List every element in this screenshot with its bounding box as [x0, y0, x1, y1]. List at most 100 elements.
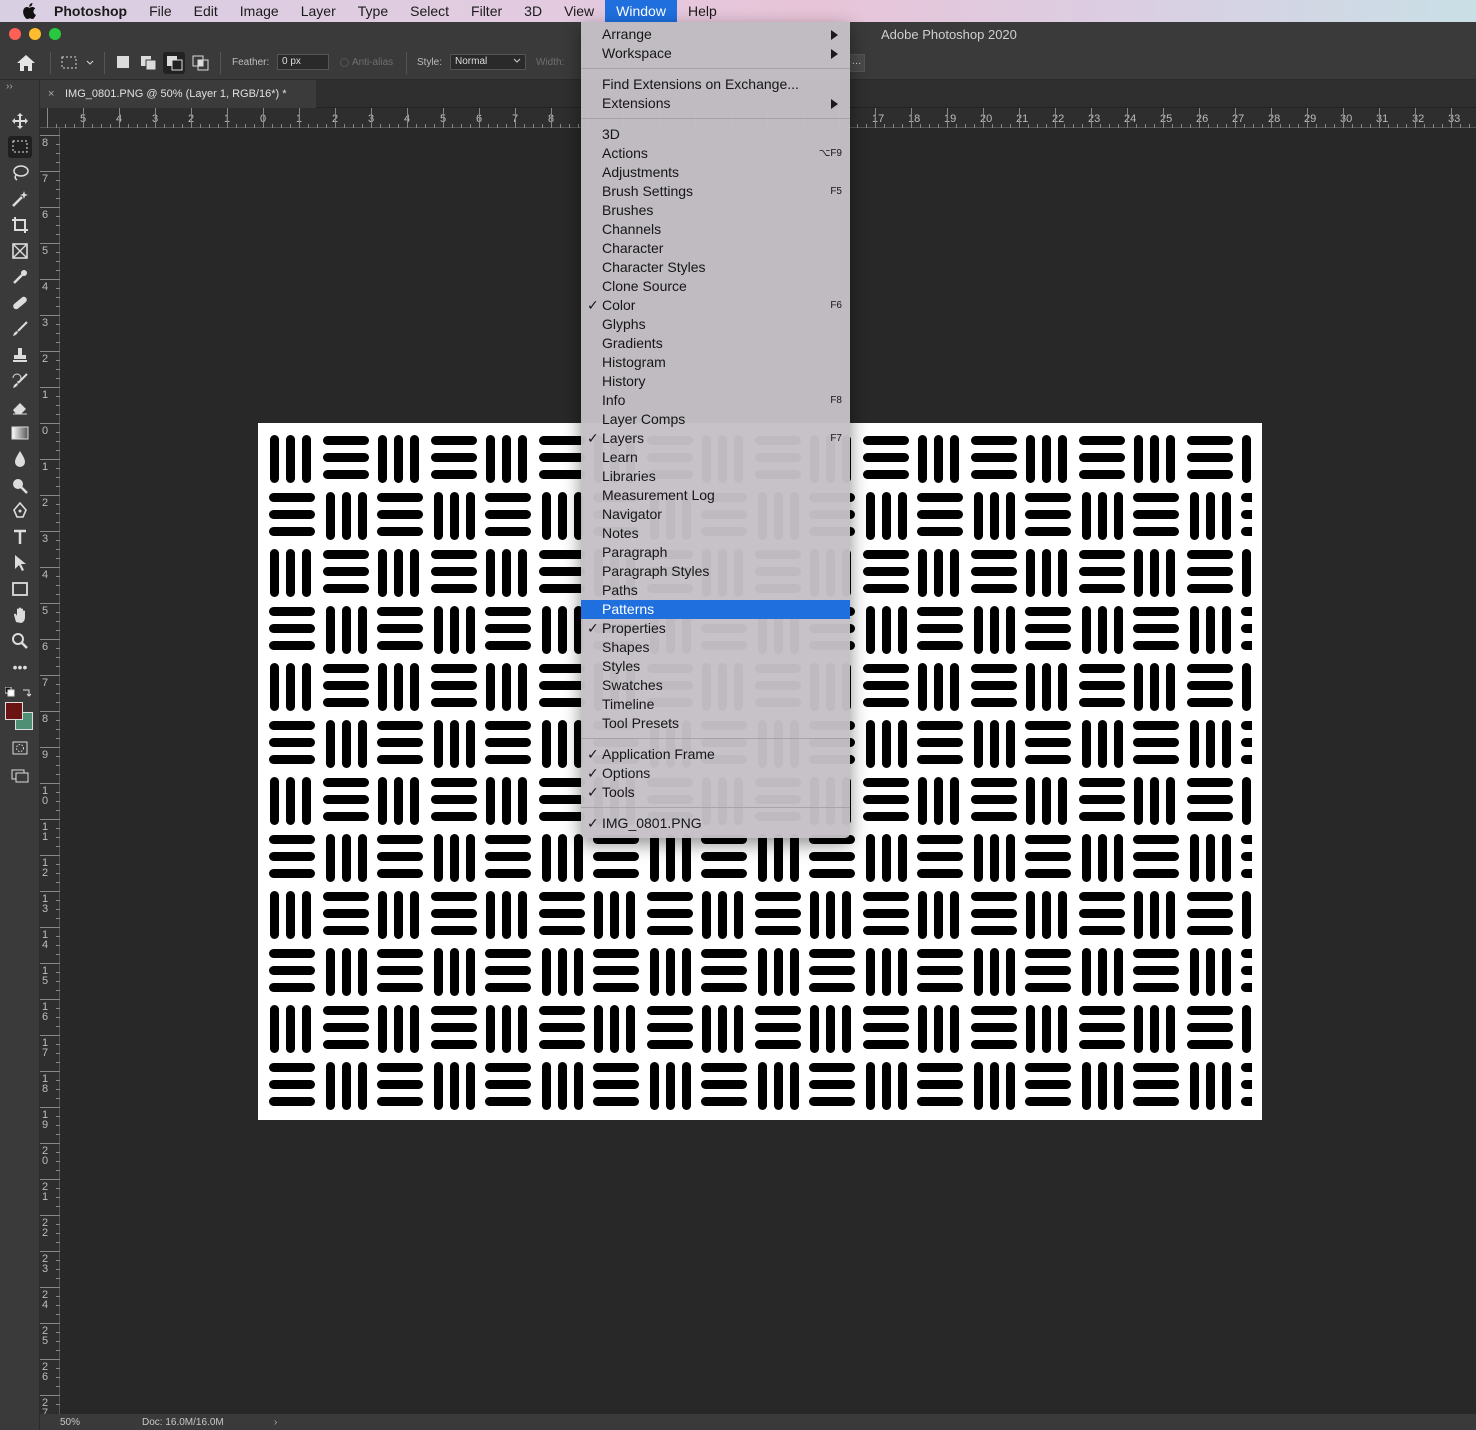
blur-tool-icon[interactable] [8, 448, 32, 470]
window-menu-item-history[interactable]: History [581, 372, 850, 391]
window-menu-item-navigator[interactable]: Navigator [581, 505, 850, 524]
gradient-tool-icon[interactable] [8, 422, 32, 444]
path-selection-tool-icon[interactable] [8, 552, 32, 574]
intersect-selection-icon[interactable] [192, 55, 210, 74]
window-menu-item-shapes[interactable]: Shapes [581, 638, 850, 657]
window-menu-item-3d[interactable]: 3D [581, 125, 850, 144]
lasso-tool-icon[interactable] [8, 162, 32, 184]
menu-3d[interactable]: 3D [513, 0, 553, 22]
eyedropper-tool-icon[interactable] [8, 266, 32, 288]
pen-tool-icon[interactable] [8, 500, 32, 522]
rectangle-tool-icon[interactable] [8, 578, 32, 600]
menu-select[interactable]: Select [399, 0, 460, 22]
window-menu-item-paragraph-styles[interactable]: Paragraph Styles [581, 562, 850, 581]
window-menu-item-libraries[interactable]: Libraries [581, 467, 850, 486]
screen-mode-icon[interactable] [8, 764, 32, 786]
window-menu-item-workspace[interactable]: Workspace [581, 44, 850, 63]
menu-help[interactable]: Help [677, 0, 728, 22]
window-menu-item-character[interactable]: Character [581, 239, 850, 258]
document-tab[interactable]: × IMG_0801.PNG @ 50% (Layer 1, RGB/16*) … [40, 80, 316, 108]
window-menu-item-character-styles[interactable]: Character Styles [581, 258, 850, 277]
menu-layer[interactable]: Layer [290, 0, 347, 22]
crop-tool-icon[interactable] [8, 214, 32, 236]
window-menu-item-application-frame[interactable]: ✓ Application Frame [581, 745, 850, 764]
new-selection-icon[interactable] [116, 55, 130, 72]
zoom-tool-icon[interactable] [8, 630, 32, 652]
vertical-ruler[interactable]: 8 7 6 5 4 3 2 1 0 1 2 3 4 5 6 7 8 9 10 11 12 13 14 15 16 17 18 19 20… [40, 128, 60, 1419]
window-menu-item-tool-presets[interactable]: Tool Presets [581, 714, 850, 733]
feather-input[interactable]: 0 px [277, 54, 329, 70]
window-menu-item-glyphs[interactable]: Glyphs [581, 315, 850, 334]
chevron-right-icon[interactable]: › [274, 1417, 277, 1428]
type-tool-icon[interactable] [8, 526, 32, 548]
menu-filter[interactable]: Filter [460, 0, 513, 22]
window-menu-item-tools[interactable]: ✓ Tools [581, 783, 850, 802]
window-menu-item-patterns[interactable]: Patterns [581, 600, 850, 619]
window-menu-item-clone-source[interactable]: Clone Source [581, 277, 850, 296]
menu-edit[interactable]: Edit [183, 0, 229, 22]
menu-view[interactable]: View [553, 0, 605, 22]
style-select[interactable]: Normal [450, 54, 526, 70]
window-menu-item-histogram[interactable]: Histogram [581, 353, 850, 372]
window-menu-item-img-0801-png[interactable]: ✓ IMG_0801.PNG [581, 814, 850, 833]
frame-tool-icon[interactable] [8, 240, 32, 262]
window-menu-item-gradients[interactable]: Gradients [581, 334, 850, 353]
doc-size[interactable]: Doc: 16.0M/16.0M [142, 1417, 224, 1428]
marquee-tool-icon[interactable] [8, 136, 32, 158]
window-menu-item-find-extensions-on-exchange[interactable]: Find Extensions on Exchange... [581, 75, 850, 94]
quick-mask-icon[interactable] [8, 737, 32, 759]
clone-stamp-tool-icon[interactable] [8, 344, 32, 366]
window-menu-item-actions[interactable]: Actions ⌥F9 [581, 144, 850, 163]
window-menu-item-notes[interactable]: Notes [581, 524, 850, 543]
menu-type[interactable]: Type [347, 0, 399, 22]
window-menu-item-measurement-log[interactable]: Measurement Log [581, 486, 850, 505]
window-menu-item-channels[interactable]: Channels [581, 220, 850, 239]
window-menu-item-color[interactable]: ✓ Color F6 [581, 296, 850, 315]
eraser-tool-icon[interactable] [8, 396, 32, 418]
dodge-tool-icon[interactable] [8, 474, 32, 496]
subtract-from-selection-icon[interactable] [163, 52, 185, 74]
move-tool-icon[interactable] [8, 110, 32, 132]
window-menu-item-extensions[interactable]: Extensions [581, 94, 850, 113]
close-window-button[interactable] [9, 28, 21, 40]
add-to-selection-icon[interactable] [140, 55, 158, 74]
brush-tool-icon[interactable] [8, 318, 32, 340]
window-menu-item-brushes[interactable]: Brushes [581, 201, 850, 220]
close-tab-icon[interactable]: × [48, 80, 54, 108]
foreground-color-swatch[interactable] [5, 702, 23, 720]
more-tools-icon[interactable]: ••• [8, 656, 32, 678]
window-menu-item-brush-settings[interactable]: Brush Settings F5 [581, 182, 850, 201]
default-colors-icon[interactable] [4, 684, 15, 702]
window-menu-item-learn[interactable]: Learn [581, 448, 850, 467]
swap-colors-icon[interactable] [22, 684, 32, 702]
magic-wand-tool-icon[interactable] [8, 188, 32, 210]
hand-tool-icon[interactable] [8, 604, 32, 626]
zoom-window-button[interactable] [49, 28, 61, 40]
select-and-mask-button[interactable]: … [848, 54, 865, 72]
menu-file[interactable]: File [138, 0, 183, 22]
anti-alias-checkbox[interactable] [340, 58, 349, 67]
window-menu-item-styles[interactable]: Styles [581, 657, 850, 676]
window-menu-item-swatches[interactable]: Swatches [581, 676, 850, 695]
zoom-level[interactable]: 50% [60, 1417, 80, 1428]
collapse-panel-icon[interactable]: ›› [6, 81, 13, 92]
history-brush-tool-icon[interactable] [8, 370, 32, 392]
window-menu-item-timeline[interactable]: Timeline [581, 695, 850, 714]
menu-app-photoshop[interactable]: Photoshop [40, 0, 138, 22]
home-icon[interactable] [16, 54, 36, 75]
window-menu-item-adjustments[interactable]: Adjustments [581, 163, 850, 182]
marquee-preset-icon[interactable] [60, 54, 96, 75]
window-menu-item-options[interactable]: ✓ Options [581, 764, 850, 783]
window-menu-item-paragraph[interactable]: Paragraph [581, 543, 850, 562]
menu-window[interactable]: Window [605, 0, 677, 22]
minimize-window-button[interactable] [29, 28, 41, 40]
healing-brush-tool-icon[interactable] [8, 292, 32, 314]
window-menu-item-layer-comps[interactable]: Layer Comps [581, 410, 850, 429]
window-menu-item-paths[interactable]: Paths [581, 581, 850, 600]
window-menu-item-properties[interactable]: ✓ Properties [581, 619, 850, 638]
window-menu-item-arrange[interactable]: Arrange [581, 25, 850, 44]
window-menu-item-info[interactable]: Info F8 [581, 391, 850, 410]
apple-icon[interactable] [18, 0, 40, 22]
window-menu-item-layers[interactable]: ✓ Layers F7 [581, 429, 850, 448]
menu-image[interactable]: Image [229, 0, 290, 22]
